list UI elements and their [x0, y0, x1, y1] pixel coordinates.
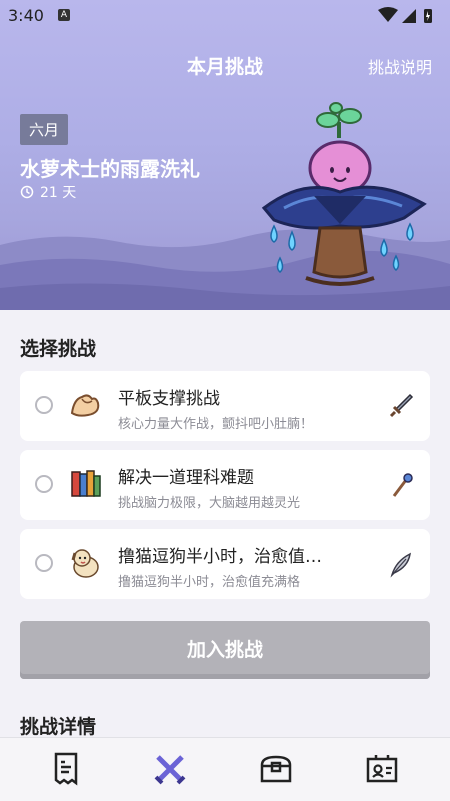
timer-icon — [20, 185, 34, 199]
magic-staff-icon — [392, 473, 413, 497]
challenge-title: 水萝术士的雨露洗礼 — [20, 157, 200, 181]
challenge-card[interactable]: 撸猫逗狗半小时，治愈值… 撸猫逗狗半小时，治愈值充满格 — [20, 529, 430, 599]
treasure-chest-icon[interactable] — [258, 751, 294, 787]
radish-wizard-mascot — [261, 102, 427, 286]
duration: 21 天 — [20, 182, 76, 202]
feather-icon — [390, 552, 411, 578]
challenge-subtitle: 核心力量大作战，颤抖吧小肚腩！ — [118, 417, 314, 432]
status-icons — [378, 7, 432, 23]
notification-a-icon: A — [58, 9, 70, 21]
radio-button[interactable] — [35, 396, 53, 414]
hero-banner: 3:40 A 本月挑战 挑战说明 六月 水萝术士的雨露洗礼 21 天 — [0, 0, 450, 310]
flexed-biceps-icon — [70, 394, 100, 417]
radio-button[interactable] — [35, 475, 53, 493]
status-bar: 3:40 A — [0, 0, 450, 32]
crossed-swords-icon[interactable] — [152, 751, 188, 787]
books-icon — [71, 470, 101, 497]
challenge-title: 平板支撑挑战 — [118, 389, 220, 409]
challenge-card[interactable]: 解决一道理科难题 挑战脑力极限，大脑越用越灵光 — [20, 450, 430, 520]
month-badge: 六月 — [20, 114, 69, 145]
duration-text: 21 天 — [40, 185, 77, 201]
radio-button[interactable] — [35, 554, 53, 572]
challenge-details-heading: 挑战详情 — [20, 716, 97, 738]
challenge-title: 解决一道理科难题 — [118, 468, 254, 488]
challenge-rules-link[interactable]: 挑战说明 — [368, 54, 432, 78]
receipt-icon[interactable] — [48, 751, 84, 787]
dog-icon — [71, 549, 99, 578]
challenge-subtitle: 挑战脑力极限，大脑越用越灵光 — [118, 496, 301, 511]
challenge-subtitle: 撸猫逗狗半小时，治愈值充满格 — [118, 575, 301, 590]
join-challenge-button[interactable]: 加入挑战 — [20, 621, 430, 679]
status-time: 3:40 — [8, 6, 44, 25]
challenge-title: 撸猫逗狗半小时，治愈值… — [118, 547, 322, 567]
profile-card-icon[interactable] — [364, 751, 400, 787]
bottom-nav — [0, 737, 450, 801]
select-challenge-heading: 选择挑战 — [20, 338, 97, 360]
challenge-card[interactable]: 平板支撑挑战 核心力量大作战，颤抖吧小肚腩！ — [20, 371, 430, 441]
sword-icon — [389, 393, 414, 418]
